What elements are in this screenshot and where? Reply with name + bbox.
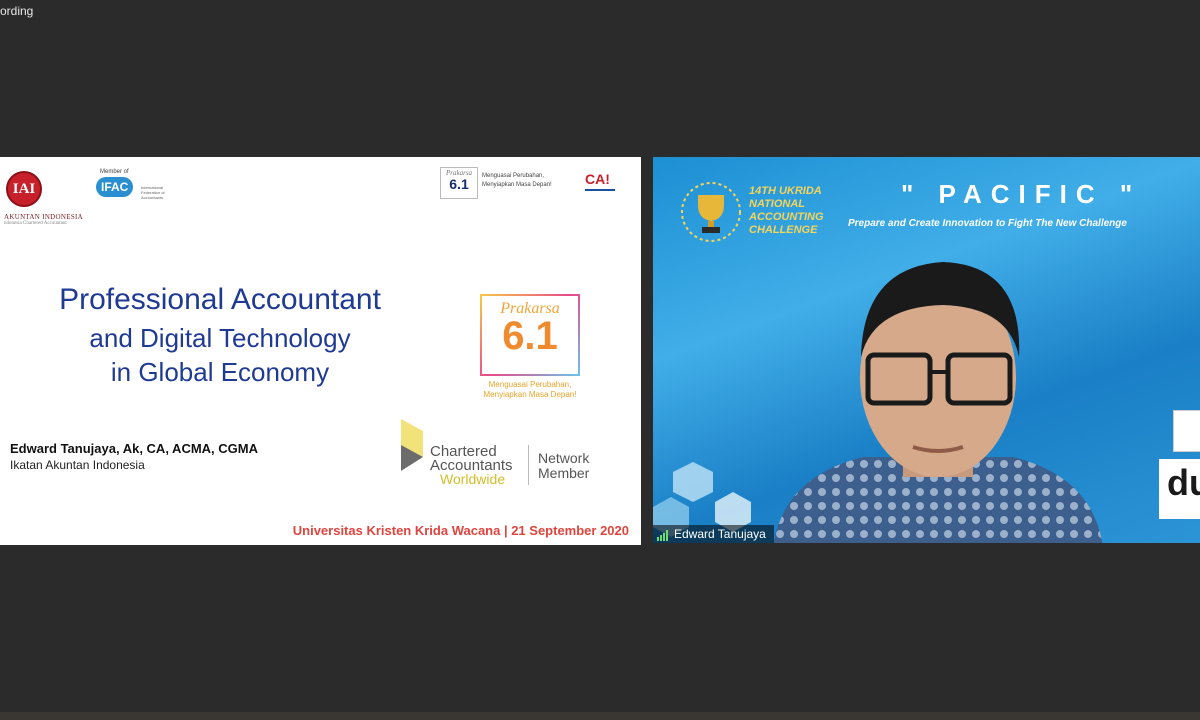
caw-emblem-icon	[401, 419, 423, 471]
ifac-mark: IFAC	[96, 177, 134, 197]
slide-title-line-2: and Digital Technology	[89, 323, 351, 353]
speaker-name: Edward Tanujaya, Ak, CA, ACMA, CGMA	[10, 441, 258, 456]
slide-title-line-3: in Global Economy	[110, 357, 330, 387]
ifac-member-label: Member of	[100, 169, 129, 175]
signal-strength-icon	[657, 530, 668, 541]
prakarsa-big-tagline: Menguasai Perubahan, Menyiapkan Masa Dep…	[466, 380, 594, 400]
ifac-description: International Federation of Accountants	[141, 185, 165, 200]
prakarsa-big-number: 6.1	[502, 314, 558, 358]
participant-person-icon	[773, 262, 1103, 543]
prakarsa-small-number: 6.1	[449, 176, 469, 192]
participant-name-tag: Edward Tanujaya	[653, 525, 774, 543]
bottom-toolbar-edge	[0, 712, 1200, 720]
sponsor-banner-text: dun	[1167, 462, 1200, 503]
slide-footer: Universitas Kristen Krida Wacana | 21 Se…	[292, 523, 629, 538]
ca-logo-underline	[585, 189, 615, 191]
participant-video[interactable]: 14TH UKRIDA NATIONAL ACCOUNTING CHALLENG…	[653, 157, 1200, 543]
ifac-logo: Member of IFAC International Federation …	[96, 169, 165, 200]
prakarsa-small-tagline-2: Menyiapkan Masa Depan!	[482, 182, 552, 188]
caw-network-1: Network	[538, 450, 590, 466]
ca-logo: CA!	[585, 171, 610, 187]
iai-subtitle: ndonesia Chartered Accountant	[4, 221, 67, 226]
recording-label: ording	[0, 4, 34, 18]
prakarsa-big-tagline-2: Menyiapkan Masa Depan!	[483, 390, 577, 399]
speaker-organization: Ikatan Akuntan Indonesia	[10, 458, 145, 472]
iai-badge: IAI	[6, 171, 42, 207]
prakarsa-big-tagline-1: Menguasai Perubahan,	[488, 380, 572, 389]
caw-line-3: Worldwide	[440, 471, 506, 487]
caw-logo: Chartered Accountants Worldwide Network …	[398, 415, 604, 495]
prakarsa-small-tagline: Menguasai Perubahan, Menyiapkan Masa Dep…	[482, 172, 552, 190]
prakarsa-small-logo: Prakarsa 6.1	[440, 167, 478, 199]
prakarsa-big-logo: Prakarsa 6.1	[480, 294, 580, 376]
slide-title-line-1: Professional Accountant	[59, 283, 381, 316]
participant-name: Edward Tanujaya	[674, 527, 766, 541]
sponsor-banner-small	[1173, 410, 1200, 452]
prakarsa-small-tagline-1: Menguasai Perubahan,	[482, 173, 545, 179]
caw-separator	[528, 445, 529, 485]
iai-name: AKUNTAN INDONESIA	[4, 213, 84, 221]
caw-network-2: Member	[538, 465, 590, 481]
shared-screen-slide: IAI AKUNTAN INDONESIA ndonesia Chartered…	[0, 157, 641, 545]
